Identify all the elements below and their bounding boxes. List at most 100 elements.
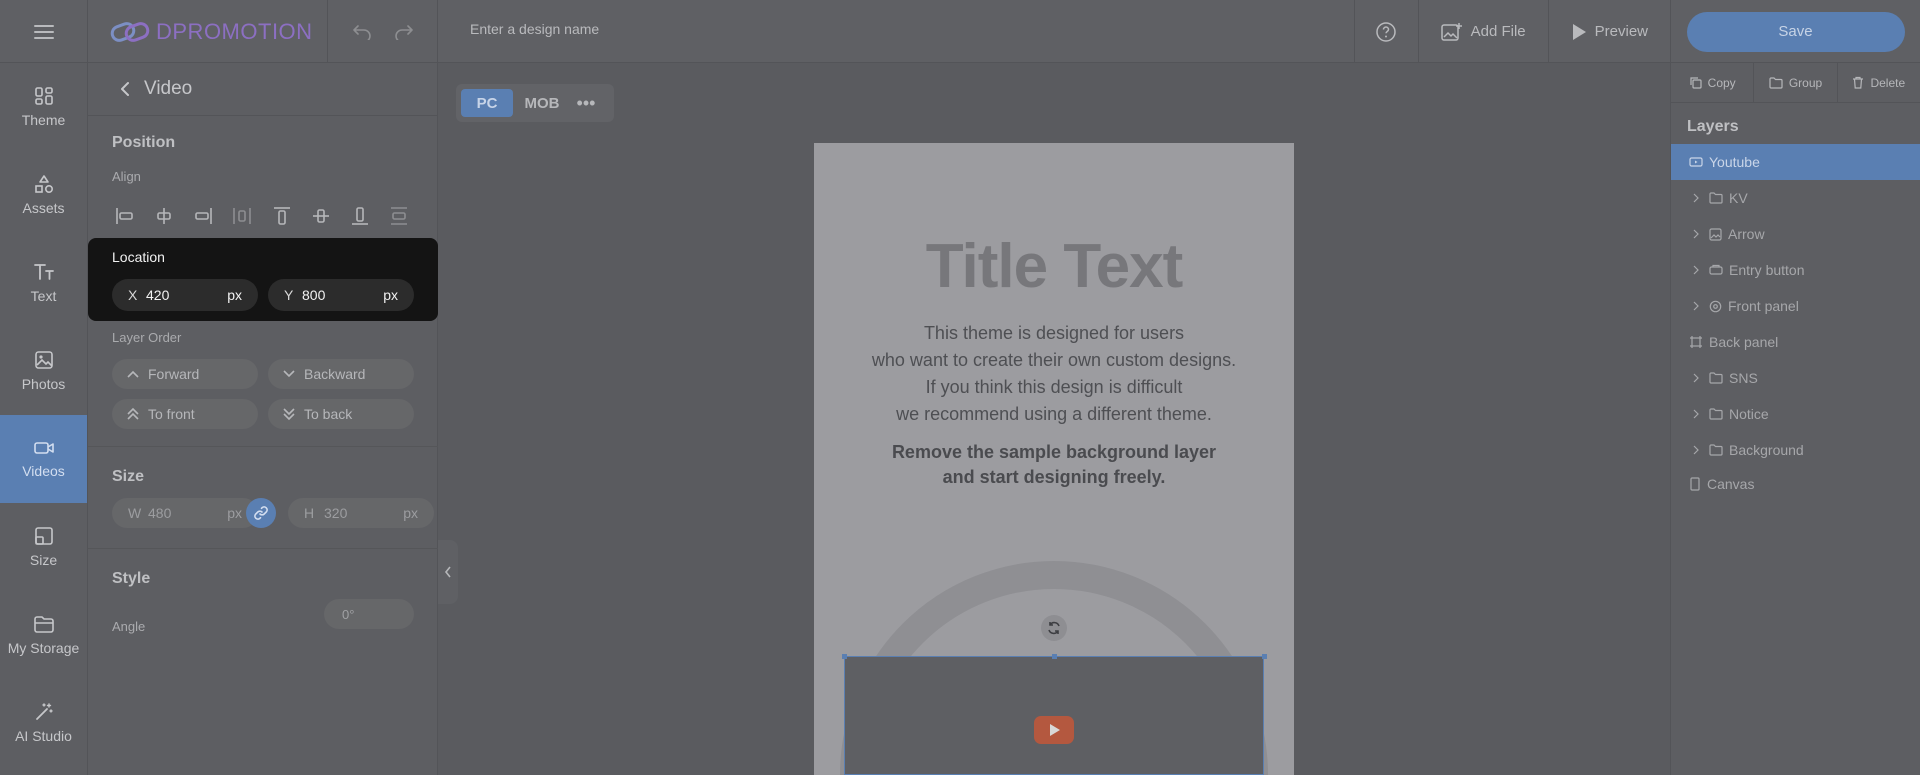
image-icon [1709, 227, 1722, 241]
folder-icon [1709, 372, 1723, 384]
to-front-button[interactable]: To front [112, 399, 258, 429]
x-unit: px [227, 287, 242, 303]
resize-handle[interactable] [842, 654, 847, 659]
lock-ratio-button[interactable] [246, 498, 276, 528]
nav-item-videos[interactable]: Videos [0, 415, 87, 503]
nav-label: My Storage [7, 640, 80, 656]
distribute-v-icon[interactable] [386, 203, 412, 229]
mob-view-button[interactable]: MOB [519, 89, 565, 117]
align-right-icon[interactable] [190, 203, 216, 229]
nav-label: Theme [21, 112, 66, 128]
bold-line: Remove the sample background layer [891, 442, 1217, 462]
width-input[interactable]: W 480 px [112, 498, 258, 528]
add-image-icon [1440, 22, 1462, 41]
layer-item-sns[interactable]: SNS [1671, 360, 1920, 396]
body-line: we recommend using a different theme. [896, 404, 1212, 424]
layer-item-background[interactable]: Background [1671, 432, 1920, 468]
properties-panel: Video Position Align Layer Order Forward… [88, 63, 438, 775]
save-wrap: Save [1670, 0, 1920, 63]
x-input[interactable]: X 420 px [112, 279, 258, 311]
chevron-right-icon[interactable] [1689, 409, 1703, 419]
align-left-icon[interactable] [112, 203, 138, 229]
folder-icon [1709, 192, 1723, 204]
position-title: Position [112, 134, 176, 151]
redo-icon[interactable] [394, 24, 414, 40]
align-bottom-icon[interactable] [347, 203, 373, 229]
nav-item-ai-studio[interactable]: AI Studio [0, 679, 87, 767]
chevron-right-icon[interactable] [1689, 445, 1703, 455]
youtube-play-icon [1034, 716, 1074, 744]
layer-item-canvas[interactable]: Canvas [1671, 468, 1920, 500]
layer-label: Background [1729, 442, 1804, 458]
gear-icon [1709, 300, 1722, 312]
layers-panel: Copy Group Delete Layers Youtube KV Arro… [1670, 63, 1920, 775]
save-button[interactable]: Save [1686, 11, 1905, 52]
copy-icon [1690, 77, 1702, 89]
to-back-button[interactable]: To back [268, 399, 414, 429]
layer-item-entry-button[interactable]: Entry button [1671, 252, 1920, 288]
design-name-input[interactable]: Enter a design name [470, 21, 599, 37]
forward-button[interactable]: Forward [112, 359, 258, 389]
align-center-h-icon[interactable] [151, 203, 177, 229]
layers-title: Layers [1687, 118, 1739, 135]
menu-button[interactable] [0, 0, 88, 63]
backward-button[interactable]: Backward [268, 359, 414, 389]
link-icon [254, 506, 268, 520]
group-button[interactable]: Group [1754, 63, 1838, 102]
resize-handle[interactable] [1052, 654, 1057, 659]
canvas-icon [1690, 477, 1700, 491]
x-value: 420 [146, 287, 170, 303]
layer-item-kv[interactable]: KV [1671, 180, 1920, 216]
nav-item-assets[interactable]: Assets [0, 151, 87, 239]
panel-title: Video [144, 78, 193, 99]
artboard-bold-text[interactable]: Remove the sample background layer and s… [814, 440, 1294, 490]
preview-button[interactable]: Preview [1547, 0, 1670, 63]
artboard-body-text[interactable]: This theme is designed for users who wan… [814, 320, 1294, 428]
height-input[interactable]: H 320 px [288, 498, 434, 528]
bold-line: and start designing freely. [942, 467, 1166, 487]
y-input[interactable]: Y 800 px [268, 279, 414, 311]
copy-button[interactable]: Copy [1671, 63, 1755, 102]
layer-item-back-panel[interactable]: Back panel [1671, 324, 1920, 360]
group-label: Group [1788, 75, 1823, 90]
layer-item-notice[interactable]: Notice [1671, 396, 1920, 432]
nav-item-text[interactable]: Text [0, 239, 87, 327]
chevron-right-icon[interactable] [1689, 373, 1703, 383]
back-chevron-icon[interactable] [120, 81, 130, 97]
help-button[interactable] [1353, 0, 1418, 63]
pc-view-button[interactable]: PC [461, 89, 513, 117]
folder-icon [1709, 408, 1723, 420]
undo-redo-group [328, 0, 438, 63]
layer-item-youtube[interactable]: Youtube [1671, 144, 1920, 180]
more-options-icon[interactable]: ••• [571, 93, 601, 114]
distribute-h-icon[interactable] [229, 203, 255, 229]
layer-item-arrow[interactable]: Arrow [1671, 216, 1920, 252]
logo[interactable]: DPROMOTION [88, 0, 328, 63]
layer-label: Canvas [1707, 476, 1755, 492]
nav-item-size[interactable]: Size [0, 503, 87, 591]
chevron-right-icon[interactable] [1689, 193, 1703, 203]
layer-label: KV [1729, 190, 1748, 206]
layer-item-front-panel[interactable]: Front panel [1671, 288, 1920, 324]
resize-icon [34, 527, 53, 545]
chevron-right-icon[interactable] [1689, 265, 1703, 275]
layer-label: Front panel [1728, 298, 1799, 314]
nav-item-theme[interactable]: Theme [0, 63, 87, 151]
add-file-button[interactable]: Add File [1417, 0, 1548, 63]
undo-icon[interactable] [352, 24, 372, 40]
chevron-right-icon[interactable] [1689, 229, 1703, 239]
collapse-panel-button[interactable] [438, 540, 458, 604]
resize-handle[interactable] [1262, 654, 1267, 659]
nav-item-my-storage[interactable]: My Storage [0, 591, 87, 679]
rotate-handle[interactable] [1041, 615, 1067, 641]
angle-input[interactable]: 0° [324, 599, 414, 629]
delete-button[interactable]: Delete [1838, 63, 1920, 102]
nav-label: Photos [21, 376, 66, 392]
align-top-icon[interactable] [269, 203, 295, 229]
chevron-right-icon[interactable] [1689, 301, 1703, 311]
artboard-title[interactable]: Title Text [814, 231, 1294, 302]
width-value: 480 [148, 505, 172, 521]
layer-label: Notice [1729, 406, 1769, 422]
nav-item-photos[interactable]: Photos [0, 327, 87, 415]
align-center-v-icon[interactable] [308, 203, 334, 229]
